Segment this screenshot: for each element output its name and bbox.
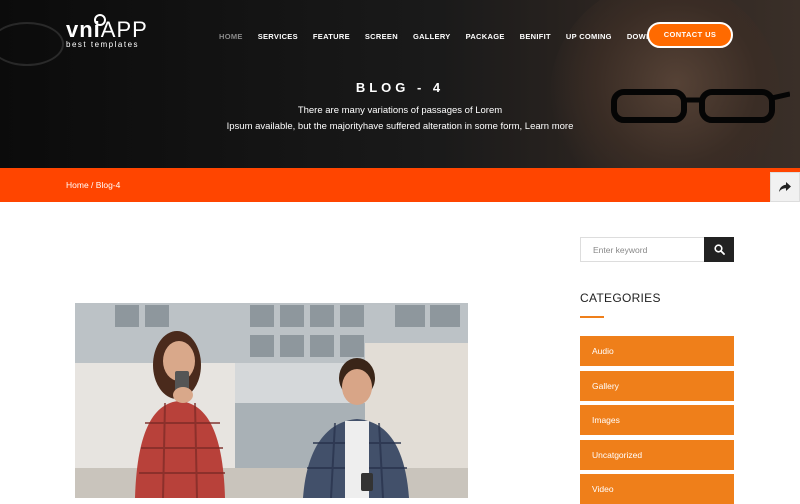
- logo-ring-icon: [94, 14, 106, 26]
- nav-home[interactable]: HOME: [219, 32, 243, 42]
- categories-title: CATEGORIES: [580, 291, 661, 305]
- nav-package[interactable]: PACKAGE: [466, 32, 505, 42]
- category-images[interactable]: Images: [580, 405, 734, 435]
- share-button[interactable]: [770, 172, 800, 202]
- nav-services[interactable]: SERVICES: [258, 32, 298, 42]
- page-title: BLOG - 4: [355, 80, 445, 95]
- categories-underline: [580, 316, 604, 318]
- decor-ring: [0, 22, 64, 66]
- category-video[interactable]: Video: [580, 474, 734, 504]
- breadcrumb-current: Blog-4: [95, 180, 121, 190]
- nav-screen[interactable]: SCREEN: [365, 32, 398, 42]
- nav-feature[interactable]: FEATURE: [313, 32, 350, 42]
- hero-subtitle-line2: Ipsum available, but the majorityhave su…: [226, 121, 574, 132]
- category-audio[interactable]: Audio: [580, 336, 734, 366]
- blog-post-image: [75, 303, 468, 498]
- search-input[interactable]: [593, 245, 703, 255]
- category-uncategorized[interactable]: Uncatgorized: [580, 440, 734, 470]
- blog-photo-illustration: [75, 303, 468, 498]
- logo-brand-thin: APP: [100, 17, 148, 42]
- category-gallery[interactable]: Gallery: [580, 371, 734, 401]
- nav-benifit[interactable]: BENIFIT: [520, 32, 551, 42]
- nav-up-coming[interactable]: UP COMING: [566, 32, 612, 42]
- hero-subtitle-line1: There are many variations of passages of…: [297, 105, 503, 116]
- site-logo[interactable]: vniAPP best templates: [66, 14, 148, 49]
- share-arrow-icon: [779, 182, 791, 192]
- logo-tagline: best templates: [66, 40, 140, 49]
- search-box: [580, 237, 734, 262]
- breadcrumb-separator: /: [88, 180, 96, 190]
- contact-us-button[interactable]: CONTACT US: [647, 22, 733, 48]
- breadcrumb-home-link[interactable]: Home: [66, 180, 89, 190]
- search-button[interactable]: [704, 237, 734, 262]
- nav-gallery[interactable]: GALLERY: [413, 32, 451, 42]
- breadcrumb: Home / Blog-4: [66, 180, 120, 190]
- search-icon: [713, 244, 725, 255]
- main-nav: HOME SERVICES FEATURE SCREEN GALLERY PAC…: [219, 32, 708, 42]
